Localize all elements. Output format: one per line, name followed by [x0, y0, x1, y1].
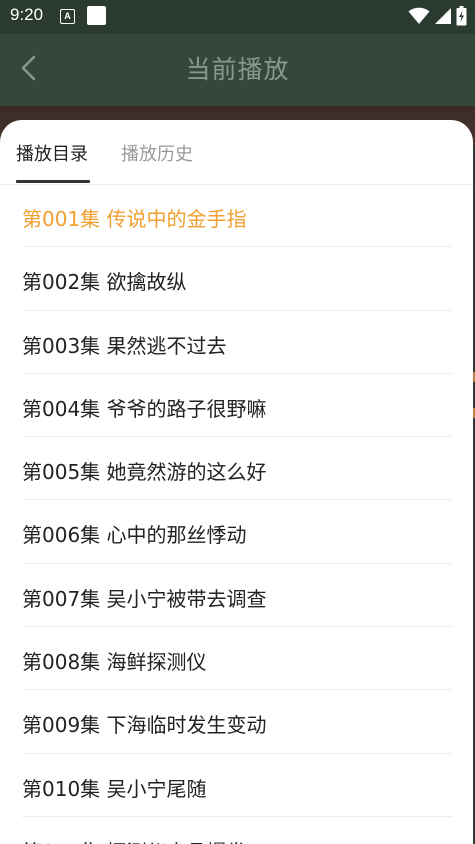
episode-label: 第010集 吴小宁尾随 — [22, 776, 207, 801]
page-title: 当前播放 — [185, 55, 290, 84]
tab-indicator — [16, 180, 90, 183]
playlist-sheet: 播放目录 播放历史 第001集 传说中的金手指 第002集 欲擒故纵 第003集… — [0, 120, 473, 844]
episode-label: 第005集 她竟然游的这么好 — [22, 460, 267, 485]
episode-item[interactable]: 第007集 吴小宁被带去调查 — [22, 564, 453, 628]
tab-bar: 播放目录 播放历史 — [0, 120, 473, 185]
episode-list: 第001集 传说中的金手指 第002集 欲擒故纵 第003集 果然逃不过去 第0… — [0, 184, 473, 844]
status-bar: 9:20 A — [0, 0, 475, 34]
status-indicators — [408, 6, 467, 26]
wifi-icon — [408, 7, 430, 24]
tab-catalog[interactable]: 播放目录 — [16, 140, 88, 166]
episode-item[interactable]: 第003集 果然逃不过去 — [22, 311, 453, 374]
episode-label: 第004集 爷爷的路子很野嘛 — [22, 396, 267, 421]
tab-history[interactable]: 播放历史 — [121, 140, 193, 166]
episode-item[interactable]: 第006集 心中的那丝悸动 — [22, 500, 453, 564]
battery-icon — [456, 6, 467, 26]
episode-label: 第008集 海鲜探测仪 — [22, 650, 207, 675]
episode-label: 第009集 下海临时发生变动 — [22, 713, 267, 738]
episode-label: 第007集 吴小宁被带去调查 — [22, 586, 267, 611]
a-badge-icon: A — [60, 9, 75, 24]
episode-label: 第002集 欲擒故纵 — [22, 270, 187, 295]
episode-item[interactable]: 第011集 探测仪人品爆发 — [22, 817, 453, 844]
episode-item[interactable]: 第002集 欲擒故纵 — [22, 247, 453, 311]
episode-item[interactable]: 第001集 传说中的金手指 — [22, 184, 453, 248]
episode-item[interactable]: 第005集 她竟然游的这么好 — [22, 437, 453, 501]
app-bar: 当前播放 — [0, 34, 475, 106]
app-square-icon — [87, 6, 106, 25]
status-time: 9:20 — [10, 5, 44, 24]
episode-label: 第003集 果然逃不过去 — [22, 333, 227, 358]
signal-icon — [435, 8, 451, 24]
episode-item[interactable]: 第004集 爷爷的路子很野嘛 — [22, 374, 453, 438]
episode-item[interactable]: 第010集 吴小宁尾随 — [22, 754, 453, 817]
episode-label: 第011集 探测仪人品爆发 — [22, 836, 247, 844]
episode-item[interactable]: 第008集 海鲜探测仪 — [22, 627, 453, 691]
episode-label: 第006集 心中的那丝悸动 — [22, 523, 247, 548]
episode-label: 第001集 传说中的金手指 — [22, 207, 247, 231]
episode-item[interactable]: 第009集 下海临时发生变动 — [22, 690, 453, 754]
screen: 9:20 A 当前播放 播放目录 播放历史 第001集 传说中的金手指 第002… — [0, 0, 475, 844]
